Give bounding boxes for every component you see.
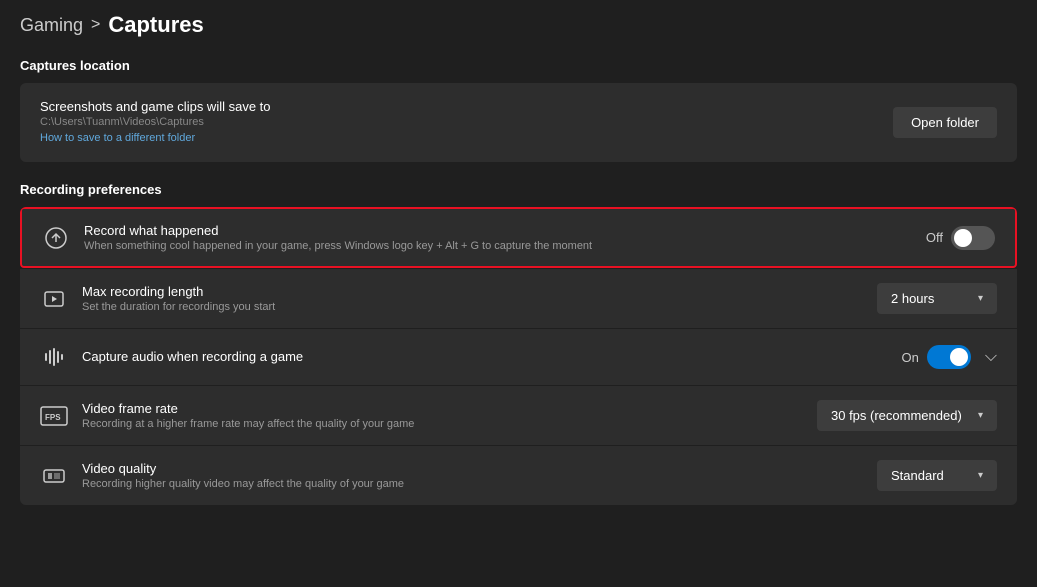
capture-audio-left: Capture audio when recording a game [40,343,303,371]
open-folder-button[interactable]: Open folder [893,107,997,138]
capture-audio-expand-icon[interactable]: ⌵ [985,348,997,366]
video-quality-value: Standard [891,468,944,483]
recording-preferences-section: Recording preferences Record what happen… [20,182,1017,505]
capture-audio-text: Capture audio when recording a game [82,349,303,366]
video-frame-rate-left: FPS Video frame rate Recording at a high… [40,401,414,430]
video-frame-rate-subtitle: Recording at a higher frame rate may aff… [82,418,414,430]
captures-location-text: Screenshots and game clips will save to … [40,99,271,146]
max-recording-length-icon [40,285,68,313]
toggle-knob [954,229,972,247]
max-recording-length-row: Max recording length Set the duration fo… [20,269,1017,329]
capture-audio-toggle-label: On [902,350,919,365]
toggle-knob [950,348,968,366]
capture-audio-icon [40,343,68,371]
chevron-down-icon: ▾ [978,293,983,304]
record-what-happened-row: Record what happened When something cool… [20,207,1017,268]
record-what-happened-toggle-container: Off [926,226,995,250]
record-what-happened-left: Record what happened When something cool… [42,223,592,252]
captures-location-section: Captures location Screenshots and game c… [20,58,1017,162]
page-title: Captures [108,12,203,38]
max-recording-length-subtitle: Set the duration for recordings you star… [82,301,275,313]
captures-location-card: Screenshots and game clips will save to … [20,83,1017,162]
video-frame-rate-right: 30 fps (recommended) ▾ [817,400,997,431]
max-recording-length-text: Max recording length Set the duration fo… [82,284,275,313]
breadcrumb-gaming: Gaming [20,15,83,36]
video-frame-rate-title: Video frame rate [82,401,414,416]
video-frame-rate-value: 30 fps (recommended) [831,408,962,423]
video-quality-title: Video quality [82,461,404,476]
max-recording-length-left: Max recording length Set the duration fo… [40,284,275,313]
captures-location-path: C:\Users\Tuanm\Videos\Captures [40,116,271,128]
video-quality-icon [40,462,68,490]
record-what-happened-title: Record what happened [84,223,592,238]
record-what-happened-toggle-label: Off [926,230,943,245]
video-quality-left: Video quality Recording higher quality v… [40,461,404,490]
record-what-happened-text: Record what happened When something cool… [84,223,592,252]
captures-location-description: Screenshots and game clips will save to [40,99,271,114]
max-recording-length-dropdown[interactable]: 2 hours ▾ [877,283,997,314]
record-what-happened-subtitle: When something cool happened in your gam… [84,240,592,252]
capture-audio-toggle-container: On ⌵ [902,345,997,369]
record-what-happened-icon [42,224,70,252]
record-what-happened-toggle[interactable] [951,226,995,250]
captures-location-link[interactable]: How to save to a different folder [40,132,195,144]
breadcrumb-separator: > [91,16,100,34]
video-frame-rate-row: FPS Video frame rate Recording at a high… [20,386,1017,446]
captures-location-title: Captures location [20,58,1017,73]
video-quality-subtitle: Recording higher quality video may affec… [82,478,404,490]
chevron-down-icon: ▾ [978,410,983,421]
recording-preferences-title: Recording preferences [20,182,1017,197]
breadcrumb: Gaming > Captures [20,12,1017,38]
video-quality-row: Video quality Recording higher quality v… [20,446,1017,505]
video-frame-rate-text: Video frame rate Recording at a higher f… [82,401,414,430]
video-quality-text: Video quality Recording higher quality v… [82,461,404,490]
capture-audio-title: Capture audio when recording a game [82,349,303,364]
settings-list: Record what happened When something cool… [20,207,1017,505]
video-quality-right: Standard ▾ [877,460,997,491]
video-frame-rate-icon: FPS [40,402,68,430]
chevron-down-icon: ▾ [978,470,983,481]
max-recording-length-right: 2 hours ▾ [877,283,997,314]
captures-location-info: Screenshots and game clips will save to … [40,99,271,146]
max-recording-length-title: Max recording length [82,284,275,299]
page-container: Gaming > Captures Captures location Scre… [0,0,1037,525]
svg-text:FPS: FPS [45,413,61,422]
video-quality-dropdown[interactable]: Standard ▾ [877,460,997,491]
capture-audio-row: Capture audio when recording a game On ⌵ [20,329,1017,386]
captures-location-actions: Open folder [893,107,997,138]
max-recording-length-value: 2 hours [891,291,934,306]
video-frame-rate-dropdown[interactable]: 30 fps (recommended) ▾ [817,400,997,431]
capture-audio-toggle[interactable] [927,345,971,369]
